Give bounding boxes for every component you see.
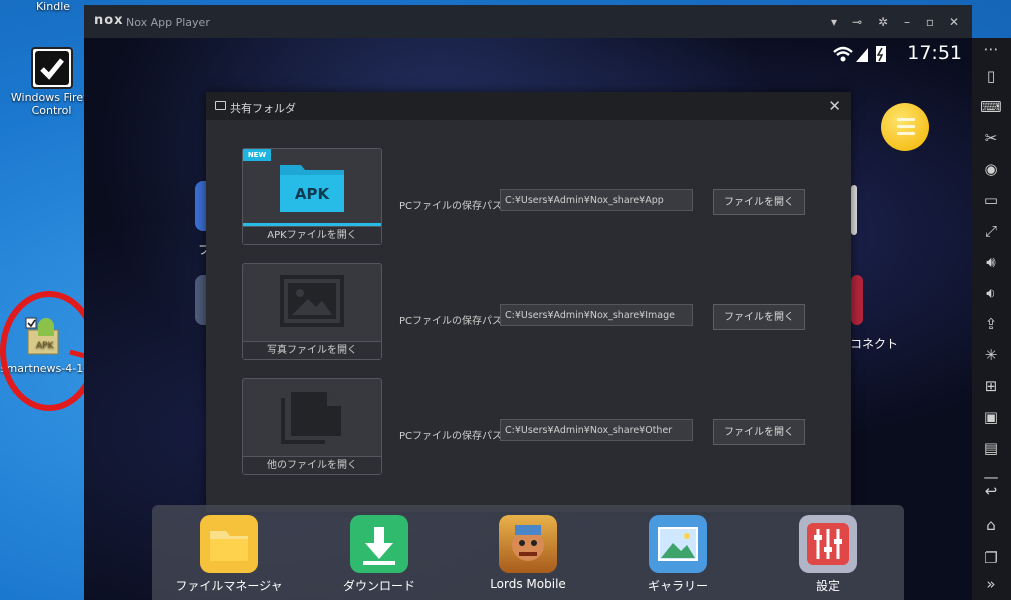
multi-instance-icon[interactable]: ⊞ bbox=[980, 375, 1002, 397]
recent-apps-icon[interactable]: ❐ bbox=[980, 547, 1002, 569]
other-path-field[interactable]: C:¥Users¥Admin¥Nox_share¥Other bbox=[500, 419, 693, 441]
new-badge: NEW bbox=[243, 149, 271, 161]
wifi-signal-battery-icon bbox=[833, 46, 886, 62]
lords-mobile-icon[interactable] bbox=[499, 515, 557, 573]
dialog-title: 共有フォルダ bbox=[230, 102, 296, 115]
apk-open-button[interactable]: ファイルを開く bbox=[713, 189, 805, 215]
nox-titlebar: nox Nox App Player ▾ ⊸ ✲ – ▫ ✕ bbox=[84, 5, 972, 38]
image-open-card[interactable]: 写真ファイルを開く bbox=[242, 263, 382, 360]
volume-down-icon[interactable]: 🔉︎ bbox=[980, 282, 1002, 304]
maximize-icon[interactable]: ▫ bbox=[922, 14, 938, 30]
window-title: Nox App Player bbox=[126, 16, 210, 29]
screenshot-scissors-icon[interactable]: ✂ bbox=[980, 127, 1002, 149]
volume-up-icon[interactable]: 🔊︎ bbox=[980, 251, 1002, 273]
floating-menu-button[interactable] bbox=[881, 103, 929, 151]
apk-card-label: APKファイルを開く bbox=[243, 226, 381, 244]
download-icon[interactable] bbox=[350, 515, 408, 573]
folder-share-icon bbox=[215, 101, 226, 110]
download-label: ダウンロード bbox=[342, 579, 415, 593]
image-icon bbox=[280, 275, 344, 327]
other-path-label: PCファイルの保存パス bbox=[399, 431, 503, 442]
nox-sidebar: ⋯ ▯ ⌨ ✂ ◉ ▭ ⤢ 🔊︎ 🔉︎ ⇪ ✳ ⊞ ▣ ▤ — ↩ ⌂ ❐ » bbox=[972, 38, 1011, 600]
loading-icon[interactable]: ✳ bbox=[980, 344, 1002, 366]
gallery-label: ギャラリー bbox=[647, 579, 708, 593]
apk-path-field[interactable]: C:¥Users¥Admin¥Nox_share¥App bbox=[500, 189, 693, 211]
screen-icon[interactable]: ▭ bbox=[980, 189, 1002, 211]
home-icon[interactable]: ⌂ bbox=[980, 514, 1002, 536]
apk-path-label: PCファイルの保存パス bbox=[399, 201, 503, 212]
settings-label: 設定 bbox=[815, 579, 840, 593]
background-app-icon-right-2[interactable] bbox=[851, 275, 863, 325]
shake-icon[interactable]: ▯ bbox=[980, 65, 1002, 87]
minimize-icon[interactable]: – bbox=[899, 14, 915, 30]
close-icon[interactable]: ✕ bbox=[946, 14, 962, 30]
status-bar: 17:51 bbox=[832, 42, 962, 66]
expand-icon[interactable]: » bbox=[980, 573, 1002, 595]
app-dock: ファイルマネージャ ダウンロード Lords Mobile ギャラリー 設定 bbox=[152, 505, 904, 600]
image-card-label: 写真ファイルを開く bbox=[243, 341, 381, 359]
gear-icon[interactable]: ✲ bbox=[875, 14, 891, 30]
shared-folder-dialog: 共有フォルダ ✕ NEW APK APKファイルを開く PCファイルの保存パス … bbox=[206, 92, 851, 512]
apk-open-card[interactable]: NEW APK APKファイルを開く bbox=[242, 148, 382, 245]
fullscreen-icon[interactable]: ⤢ bbox=[980, 220, 1002, 242]
dialog-header: 共有フォルダ ✕ bbox=[206, 92, 851, 120]
apk-install-icon[interactable]: ⇪ bbox=[980, 313, 1002, 335]
pin-icon[interactable]: ⊸ bbox=[849, 14, 865, 30]
close-icon[interactable]: ✕ bbox=[828, 97, 841, 115]
other-open-button[interactable]: ファイルを開く bbox=[713, 419, 805, 445]
location-icon[interactable]: ◉ bbox=[980, 158, 1002, 180]
settings-icon[interactable] bbox=[799, 515, 857, 573]
gallery-icon[interactable] bbox=[649, 515, 707, 573]
nox-logo: nox bbox=[94, 13, 124, 28]
background-app-label-right: コネクト bbox=[850, 337, 899, 351]
lords-mobile-label: Lords Mobile bbox=[490, 577, 566, 591]
image-path-field[interactable]: C:¥Users¥Admin¥Nox_share¥Image bbox=[500, 304, 693, 326]
back-icon[interactable]: ↩ bbox=[980, 480, 1002, 502]
toolbox-icon[interactable]: ▤ bbox=[980, 437, 1002, 459]
more-icon[interactable]: ⋯ bbox=[980, 38, 1002, 60]
chevron-down-icon[interactable]: ▾ bbox=[826, 14, 842, 30]
status-time: 17:51 bbox=[907, 42, 962, 64]
image-path-label: PCファイルの保存パス bbox=[399, 316, 503, 327]
record-icon[interactable]: ▣ bbox=[980, 406, 1002, 428]
apk-folder-text: APK bbox=[294, 185, 330, 203]
file-manager-icon[interactable] bbox=[200, 515, 258, 573]
background-app-icon-right[interactable] bbox=[851, 185, 857, 235]
file-manager-label: ファイルマネージャ bbox=[175, 579, 283, 593]
other-card-label: 他のファイルを開く bbox=[243, 456, 381, 474]
other-open-card[interactable]: 他のファイルを開く bbox=[242, 378, 382, 475]
document-icon bbox=[281, 392, 341, 444]
keyboard-icon[interactable]: ⌨ bbox=[980, 96, 1002, 118]
image-open-button[interactable]: ファイルを開く bbox=[713, 304, 805, 330]
